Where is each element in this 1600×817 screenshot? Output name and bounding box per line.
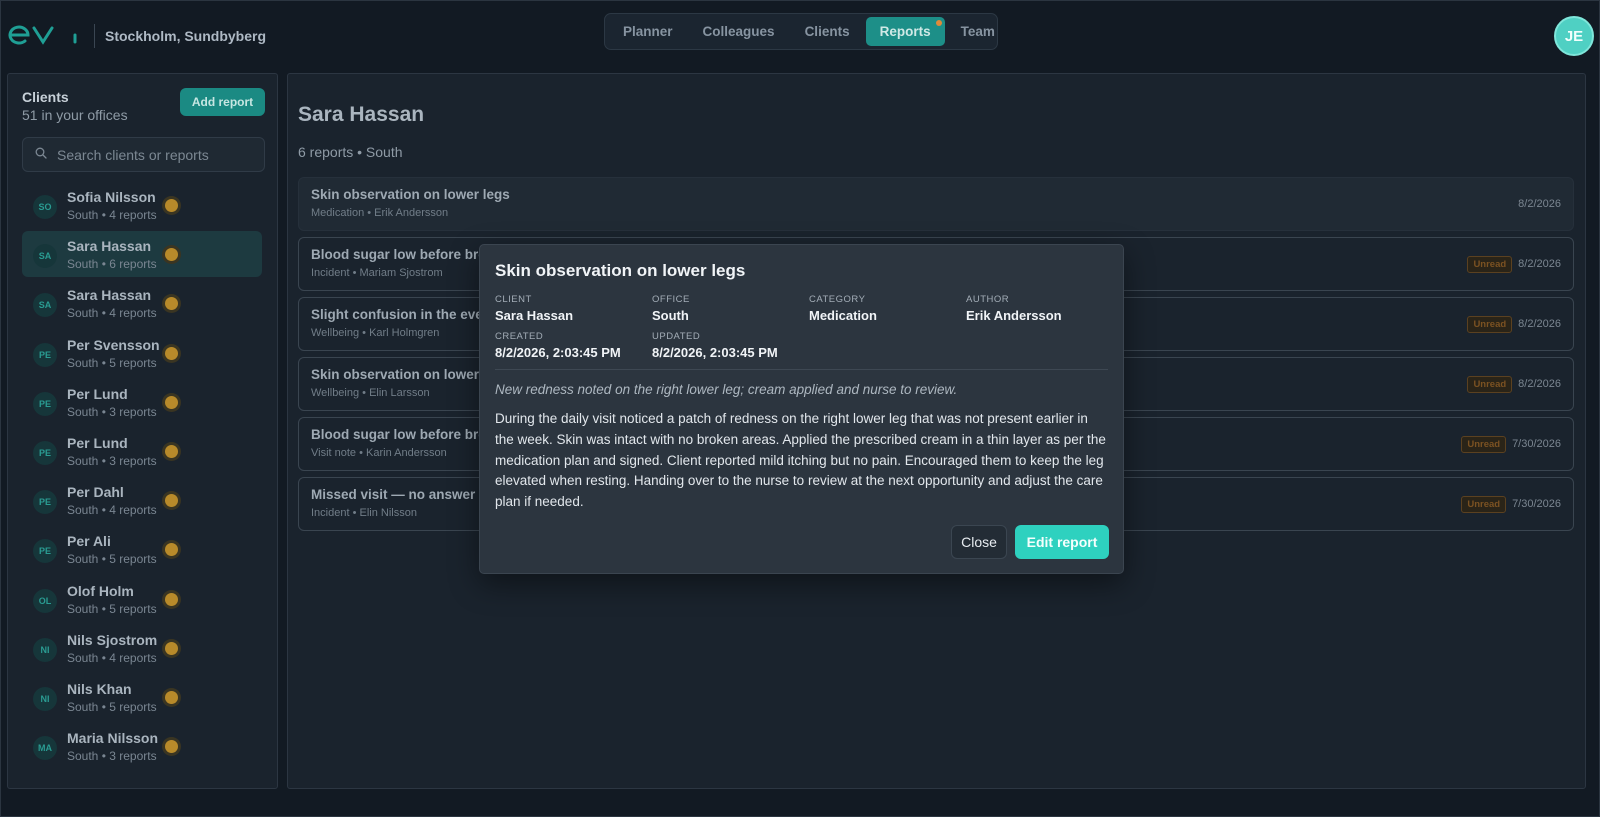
close-button[interactable]: Close xyxy=(951,525,1007,559)
field-value: 8/2/2026, 2:03:45 PM xyxy=(495,345,621,360)
field-value: Erik Andersson xyxy=(966,308,1062,323)
field-category: CATEGORY Medication xyxy=(809,294,877,323)
field-label: CREATED xyxy=(495,331,544,342)
field-office: OFFICE South xyxy=(652,294,690,323)
field-value: 8/2/2026, 2:03:45 PM xyxy=(652,345,778,360)
report-detail-modal: Skin observation on lower legs CLIENT Sa… xyxy=(479,244,1124,574)
modal-divider xyxy=(495,369,1108,370)
field-value: Sara Hassan xyxy=(495,308,574,323)
field-value: South xyxy=(652,308,689,323)
edit-report-button[interactable]: Edit report xyxy=(1015,525,1109,559)
field-value: Medication xyxy=(809,308,877,323)
field-label: CLIENT xyxy=(495,294,532,305)
report-summary: New redness noted on the right lower leg… xyxy=(495,382,958,397)
field-created: CREATED 8/2/2026, 2:03:45 PM xyxy=(495,331,621,360)
field-client: CLIENT Sara Hassan xyxy=(495,294,573,323)
field-updated: UPDATED 8/2/2026, 2:03:45 PM xyxy=(652,331,778,360)
field-label: UPDATED xyxy=(652,331,701,342)
field-label: CATEGORY xyxy=(809,294,866,305)
report-body: During the daily visit noticed a patch o… xyxy=(495,411,1106,510)
field-author: AUTHOR Erik Andersson xyxy=(966,294,1062,323)
modal-title: Skin observation on lower legs xyxy=(495,261,746,280)
field-label: OFFICE xyxy=(652,294,690,305)
field-label: AUTHOR xyxy=(966,294,1010,305)
